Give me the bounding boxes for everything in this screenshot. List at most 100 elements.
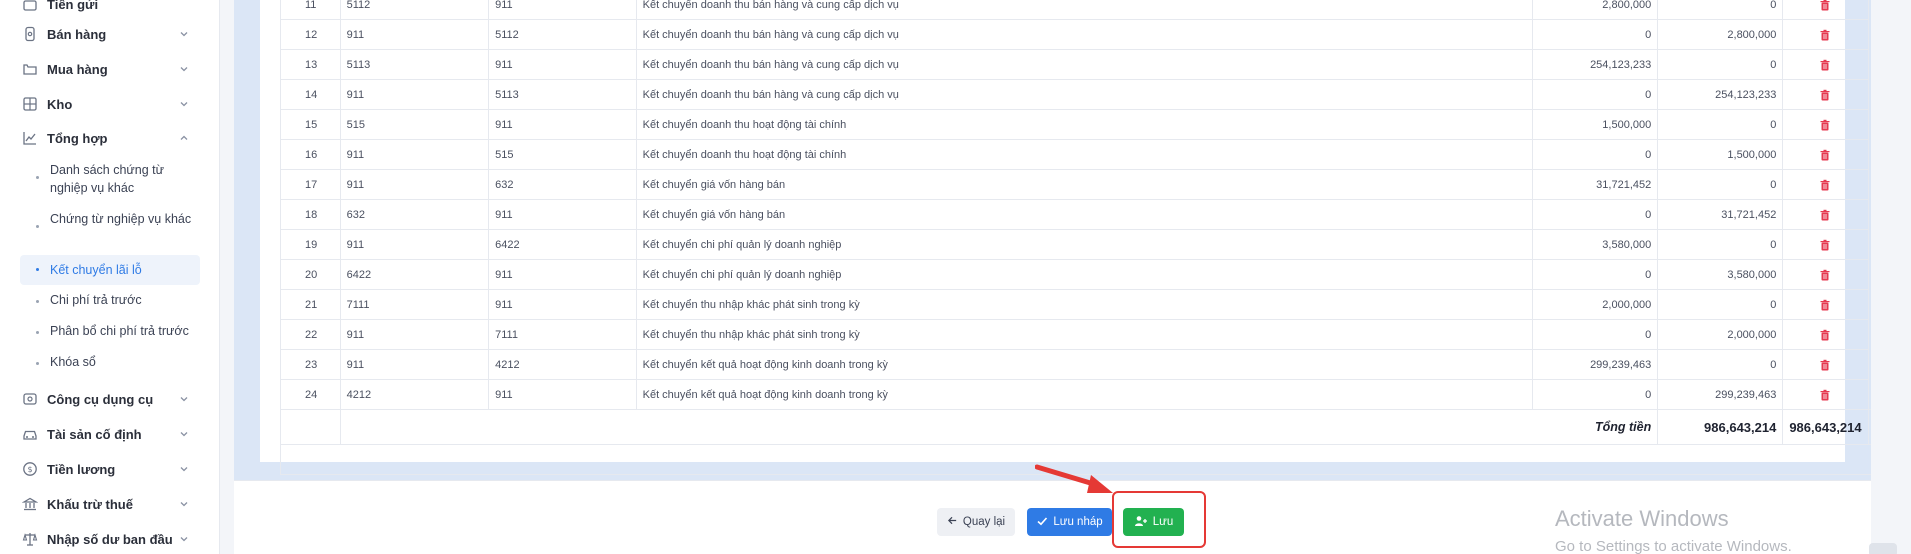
sidebar-item-khau-tru-thue[interactable]: Khấu trừ thuế <box>0 490 219 518</box>
debit-account-cell[interactable]: 911 <box>339 169 490 200</box>
credit-account-cell[interactable]: 911 <box>488 199 637 230</box>
debit-account-cell[interactable]: 7111 <box>339 289 490 320</box>
credit-account-cell[interactable]: 911 <box>488 49 637 80</box>
credit-account-cell[interactable]: 5113 <box>488 79 637 110</box>
description-cell[interactable]: Kết chuyển giá vốn hàng bán <box>635 199 1534 230</box>
description-cell[interactable]: Kết chuyển doanh thu bán hàng và cung cấ… <box>635 0 1534 20</box>
credit-account-cell[interactable]: 5112 <box>488 19 637 50</box>
sidebar-item-kho[interactable]: Kho <box>0 90 219 118</box>
trash-icon[interactable] <box>1819 29 1831 41</box>
sidebar-item-tai-san[interactable]: Tài sản cố định <box>0 420 219 448</box>
trash-icon[interactable] <box>1819 389 1831 401</box>
credit-amount-cell[interactable]: 0 <box>1657 0 1784 20</box>
credit-amount-cell[interactable]: 2,000,000 <box>1657 319 1784 350</box>
sidebar-subitem-ket-chuyen-lai-lo[interactable]: Kết chuyển lãi lỗ <box>20 255 200 285</box>
credit-amount-cell[interactable]: 0 <box>1657 169 1784 200</box>
sidebar-item-tong-hop[interactable]: Tổng hợp <box>0 124 219 152</box>
debit-account-cell[interactable]: 911 <box>339 319 490 350</box>
trash-icon[interactable] <box>1819 59 1831 71</box>
credit-account-cell[interactable]: 7111 <box>488 319 637 350</box>
credit-amount-cell[interactable]: 0 <box>1657 349 1784 380</box>
description-cell[interactable]: Kết chuyển kết quả hoạt động kinh doanh … <box>635 379 1534 410</box>
description-cell[interactable]: Kết chuyển doanh thu bán hàng và cung cấ… <box>635 19 1534 50</box>
credit-account-cell[interactable]: 911 <box>488 109 637 140</box>
credit-amount-cell[interactable]: 0 <box>1657 289 1784 320</box>
debit-amount-cell[interactable]: 0 <box>1532 379 1659 410</box>
description-cell[interactable]: Kết chuyển kết quả hoạt động kinh doanh … <box>635 349 1534 380</box>
sidebar-item-cong-cu[interactable]: Công cụ dụng cụ <box>0 385 219 413</box>
credit-amount-cell[interactable]: 0 <box>1657 109 1784 140</box>
debit-amount-cell[interactable]: 0 <box>1532 259 1659 290</box>
debit-amount-cell[interactable]: 0 <box>1532 79 1659 110</box>
sidebar-item-tien-luong[interactable]: $ Tiền lương <box>0 455 219 483</box>
debit-amount-cell[interactable]: 3,580,000 <box>1532 229 1659 260</box>
description-cell[interactable]: Kết chuyển doanh thu hoạt động tài chính <box>635 109 1534 140</box>
description-cell[interactable]: Kết chuyển thu nhập khác phát sinh trong… <box>635 319 1534 350</box>
credit-account-cell[interactable]: 4212 <box>488 349 637 380</box>
trash-icon[interactable] <box>1819 329 1831 341</box>
description-cell[interactable]: Kết chuyển thu nhập khác phát sinh trong… <box>635 289 1534 320</box>
trash-icon[interactable] <box>1819 0 1831 11</box>
sidebar-item-mua-hang[interactable]: Mua hàng <box>0 55 219 83</box>
description-cell[interactable]: Kết chuyển doanh thu bán hàng và cung cấ… <box>635 79 1534 110</box>
trash-icon[interactable] <box>1819 89 1831 101</box>
trash-icon[interactable] <box>1819 269 1831 281</box>
debit-account-cell[interactable]: 6422 <box>339 259 490 290</box>
debit-amount-cell[interactable]: 254,123,233 <box>1532 49 1659 80</box>
credit-account-cell[interactable]: 6422 <box>488 229 637 260</box>
trash-icon[interactable] <box>1819 299 1831 311</box>
trash-icon[interactable] <box>1819 359 1831 371</box>
trash-icon[interactable] <box>1819 179 1831 191</box>
debit-amount-cell[interactable]: 31,721,452 <box>1532 169 1659 200</box>
credit-amount-cell[interactable]: 2,800,000 <box>1657 19 1784 50</box>
debit-account-cell[interactable]: 515 <box>339 109 490 140</box>
sidebar-subitem-chi-phi-tra-truoc[interactable]: Chi phí trả trước <box>20 291 200 313</box>
trash-icon[interactable] <box>1819 209 1831 221</box>
debit-account-cell[interactable]: 5112 <box>339 0 490 20</box>
back-button[interactable]: Quay lại <box>937 508 1015 536</box>
credit-amount-cell[interactable]: 254,123,233 <box>1657 79 1784 110</box>
debit-account-cell[interactable]: 911 <box>339 349 490 380</box>
trash-icon[interactable] <box>1819 119 1831 131</box>
trash-icon[interactable] <box>1819 149 1831 161</box>
description-cell[interactable]: Kết chuyển doanh thu hoạt động tài chính <box>635 139 1534 170</box>
debit-amount-cell[interactable]: 2,800,000 <box>1532 0 1659 20</box>
debit-amount-cell[interactable]: 2,000,000 <box>1532 289 1659 320</box>
debit-account-cell[interactable]: 4212 <box>339 379 490 410</box>
credit-amount-cell[interactable]: 0 <box>1657 229 1784 260</box>
debit-account-cell[interactable]: 632 <box>339 199 490 230</box>
debit-account-cell[interactable]: 911 <box>339 19 490 50</box>
sidebar-item-tien-gui[interactable]: Tiền gửi <box>0 0 219 18</box>
credit-amount-cell[interactable]: 299,239,463 <box>1657 379 1784 410</box>
description-cell[interactable]: Kết chuyển chi phí quản lý doanh nghiệp <box>635 229 1534 260</box>
debit-account-cell[interactable]: 5113 <box>339 49 490 80</box>
credit-account-cell[interactable]: 911 <box>488 0 637 20</box>
credit-amount-cell[interactable]: 0 <box>1657 49 1784 80</box>
credit-amount-cell[interactable]: 1,500,000 <box>1657 139 1784 170</box>
credit-account-cell[interactable]: 911 <box>488 259 637 290</box>
scrollbar-track[interactable] <box>1871 0 1911 554</box>
sidebar-item-nhap-so-du[interactable]: Nhập số dư ban đầu <box>0 525 219 553</box>
description-cell[interactable]: Kết chuyển chi phí quản lý doanh nghiệp <box>635 259 1534 290</box>
sidebar-subitem-khoa-so[interactable]: Khóa sổ <box>20 353 200 375</box>
credit-amount-cell[interactable]: 31,721,452 <box>1657 199 1784 230</box>
sidebar-subitem-danh-sach-chung-tu[interactable]: Danh sách chứng từ nghiệp vụ khác <box>20 161 200 197</box>
debit-amount-cell[interactable]: 0 <box>1532 319 1659 350</box>
debit-amount-cell[interactable]: 0 <box>1532 139 1659 170</box>
credit-account-cell[interactable]: 911 <box>488 289 637 320</box>
description-cell[interactable]: Kết chuyển doanh thu bán hàng và cung cấ… <box>635 49 1534 80</box>
credit-amount-cell[interactable]: 3,580,000 <box>1657 259 1784 290</box>
save-draft-button[interactable]: Lưu nháp <box>1027 508 1112 536</box>
description-cell[interactable]: Kết chuyển giá vốn hàng bán <box>635 169 1534 200</box>
scroll-corner-button[interactable] <box>1869 543 1897 554</box>
debit-amount-cell[interactable]: 1,500,000 <box>1532 109 1659 140</box>
debit-account-cell[interactable]: 911 <box>339 139 490 170</box>
debit-account-cell[interactable]: 911 <box>339 79 490 110</box>
sidebar-subitem-chung-tu[interactable]: Chứng từ nghiệp vụ khác <box>20 210 200 246</box>
debit-amount-cell[interactable]: 0 <box>1532 19 1659 50</box>
credit-account-cell[interactable]: 911 <box>488 379 637 410</box>
credit-account-cell[interactable]: 515 <box>488 139 637 170</box>
debit-amount-cell[interactable]: 299,239,463 <box>1532 349 1659 380</box>
sidebar-subitem-phan-bo[interactable]: Phân bổ chi phí trả trước <box>20 322 200 344</box>
debit-account-cell[interactable]: 911 <box>339 229 490 260</box>
